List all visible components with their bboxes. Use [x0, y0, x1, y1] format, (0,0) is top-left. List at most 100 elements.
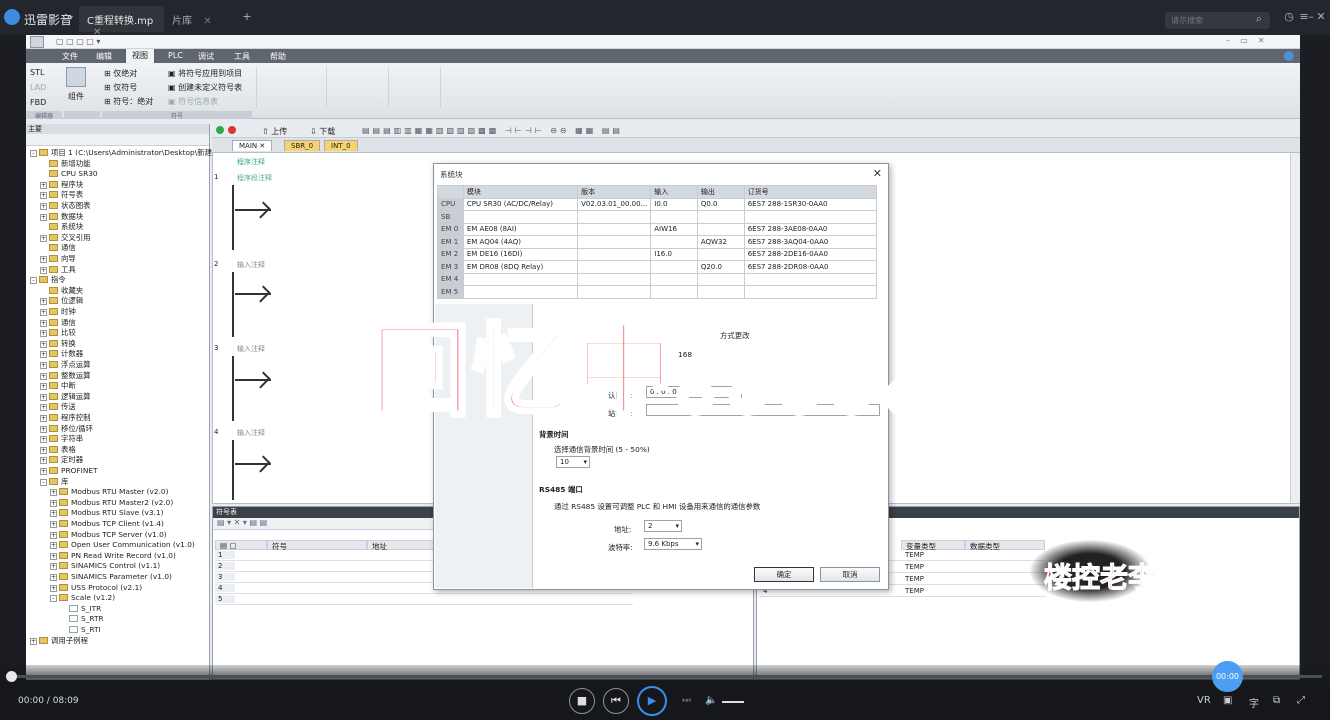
tree-item[interactable]: + Modbus TCP Server (v1.0) — [50, 530, 167, 540]
tree-item[interactable]: + 表格 — [40, 445, 76, 455]
tree-item[interactable]: 新增功能 — [40, 159, 91, 169]
component-button[interactable]: 组件 — [68, 91, 84, 102]
tree-item[interactable]: + 逻辑运算 — [40, 392, 91, 402]
player-logo-icon[interactable] — [4, 9, 20, 25]
tree-toolbar[interactable] — [26, 134, 209, 146]
run-icon[interactable] — [216, 126, 224, 134]
menu-tools[interactable]: 工具 — [234, 51, 250, 62]
expand-icon[interactable]: + — [50, 563, 57, 571]
tree-item[interactable]: CPU SR30 — [40, 169, 98, 179]
tree-item[interactable]: + 比较 — [40, 328, 76, 338]
expand-icon[interactable]: + — [50, 499, 57, 507]
vertical-scrollbar[interactable] — [1290, 153, 1300, 503]
tab-int0[interactable]: INT_0 — [324, 140, 358, 151]
bg-time-select[interactable]: 10 ▾ — [556, 456, 590, 468]
tree-item[interactable]: -库 — [40, 477, 68, 487]
chevron-down-icon[interactable]: ▾ — [69, 13, 73, 22]
download-button[interactable]: ⇩ 下载 — [310, 126, 335, 137]
symbol-absolute-button[interactable]: ⊞ 符号：绝对 — [104, 96, 153, 107]
tree-item[interactable]: + 程序块 — [40, 180, 83, 190]
close-window-icon[interactable]: ✕ — [1314, 10, 1328, 24]
expand-icon[interactable]: + — [40, 362, 47, 369]
expand-icon[interactable]: + — [40, 425, 47, 433]
tree-item[interactable]: + 时钟 — [40, 307, 76, 317]
network-comment[interactable]: 程序段注释 — [237, 173, 272, 183]
cancel-button[interactable]: 取消 — [820, 567, 880, 582]
tree-item[interactable]: - 指令 — [30, 275, 66, 285]
play-button[interactable]: ▶ — [637, 686, 667, 716]
volume-slider[interactable] — [722, 701, 744, 703]
expand-icon[interactable]: + — [50, 531, 57, 539]
close-icon[interactable]: ✕ — [203, 16, 211, 27]
expand-icon[interactable]: + — [40, 404, 47, 412]
tree-item[interactable]: + PROFINET — [40, 466, 98, 476]
tree-item[interactable]: + Modbus RTU Slave (v3.1) — [50, 508, 163, 518]
menu-file[interactable]: 文件 — [62, 51, 78, 62]
tree-item[interactable]: S_ITR — [60, 604, 101, 614]
expand-icon[interactable]: + — [50, 584, 57, 592]
module-row[interactable]: EM 3 EM DR08 (8DQ Relay) Q20.0 6ES7 288-2DR… — [437, 260, 878, 274]
menu-plc[interactable]: PLC — [168, 51, 183, 60]
tab-sbr0[interactable]: SBR_0 — [284, 140, 321, 151]
fullscreen-icon[interactable]: ⤢ — [1297, 695, 1305, 706]
tree-item[interactable]: - 项目 1 (C:\Users\Administrator\Desktop\新建… — [30, 148, 227, 158]
tree-item[interactable]: + SINAMICS Control (v1.1) — [50, 561, 160, 571]
search-icon[interactable]: ⌕ — [1252, 12, 1266, 26]
window-controls[interactable]: – ▭ ✕ — [1226, 36, 1265, 45]
pip-icon[interactable]: ⧉ — [1273, 695, 1280, 706]
tree-item[interactable]: + 调用子例程 — [30, 636, 88, 646]
expand-icon[interactable]: + — [40, 213, 47, 221]
tree-item[interactable]: + USS Protocol (v2.1) — [50, 583, 142, 593]
expand-icon[interactable]: + — [40, 457, 47, 465]
expand-icon[interactable]: + — [50, 574, 57, 581]
subtitle-button[interactable]: 字 — [1249, 695, 1259, 710]
tree-item[interactable]: + 整数运算 — [40, 371, 91, 381]
help-icon[interactable] — [1284, 51, 1294, 61]
collapse-icon[interactable]: - — [30, 277, 37, 285]
ok-button[interactable]: 确定 — [754, 567, 814, 582]
previous-button[interactable]: ⏮ — [603, 688, 629, 714]
tree-item[interactable]: + 位逻辑 — [40, 296, 83, 306]
tree-item[interactable]: 收藏夹 — [40, 286, 83, 296]
progress-bar[interactable] — [6, 671, 1322, 682]
expand-icon[interactable]: + — [40, 266, 47, 274]
expand-icon[interactable]: + — [40, 372, 47, 380]
expand-icon[interactable]: + — [40, 192, 47, 200]
tree-item[interactable]: + 向导 — [40, 254, 76, 264]
tree-item[interactable]: 通信 — [40, 243, 76, 253]
tree-item[interactable]: + 浮点运算 — [40, 360, 91, 370]
module-row[interactable]: CPU CPU SR30 (AC/DC/Relay) V02.03.01_00.00… — [437, 197, 878, 211]
expand-icon[interactable]: + — [30, 637, 37, 645]
apply-symbols-button[interactable]: ▣ 将符号应用到项目 — [168, 68, 242, 79]
tree-item[interactable]: + Modbus TCP Client (v1.4) — [50, 519, 164, 529]
symbol-info-button[interactable]: ▣ 符号信息表 — [168, 96, 218, 107]
expand-icon[interactable]: + — [40, 393, 47, 401]
module-row[interactable]: EM 1 EM AQ04 (4AQ) AQW32 6ES7 288-3AQ04-0AA… — [437, 235, 878, 249]
expand-icon[interactable]: + — [40, 234, 47, 242]
lad-button[interactable]: LAD — [30, 83, 46, 92]
module-row[interactable]: EM 4 — [437, 272, 878, 286]
tree-item[interactable]: + 符号表 — [40, 190, 83, 200]
close-icon[interactable]: ✕ — [873, 167, 882, 180]
menu-debug[interactable]: 调试 — [198, 51, 214, 62]
expand-icon[interactable]: + — [40, 256, 47, 263]
expand-icon[interactable]: + — [50, 510, 57, 518]
expand-icon[interactable]: + — [40, 330, 47, 338]
expand-icon[interactable]: + — [40, 181, 47, 189]
network-comment[interactable]: 输入注释 — [237, 344, 265, 354]
expand-icon[interactable]: + — [40, 468, 47, 475]
tab-main[interactable]: MAIN ✕ — [232, 140, 273, 151]
stl-button[interactable]: STL — [30, 68, 44, 77]
tree-item[interactable]: + 传送 — [40, 402, 76, 412]
expand-icon[interactable]: + — [40, 319, 47, 327]
vr-button[interactable]: VR — [1197, 695, 1211, 706]
collapse-icon[interactable]: - — [30, 150, 37, 157]
tree-item[interactable]: + 移位/循环 — [40, 424, 93, 434]
upload-button[interactable]: ⇧ 上传 — [262, 126, 287, 137]
toolbar-icons[interactable]: ▤▤▤▥▥▦▦▧▧▨▨▩▩ ⊣⊢⊣⊢ ⊖⊖ ▦▦ ▤▤ — [362, 126, 623, 135]
tree-item[interactable]: - Scale (v1.2) — [50, 593, 115, 603]
module-row[interactable]: EM 2 EM DE16 (16DI) I16.0 6ES7 288-2DE16-0A… — [437, 247, 878, 261]
tree-item[interactable]: + 交叉引用 — [40, 233, 91, 243]
expand-icon[interactable]: + — [40, 446, 47, 454]
create-undefined-symbols-button[interactable]: ▣ 创建未定义符号表 — [168, 82, 242, 93]
